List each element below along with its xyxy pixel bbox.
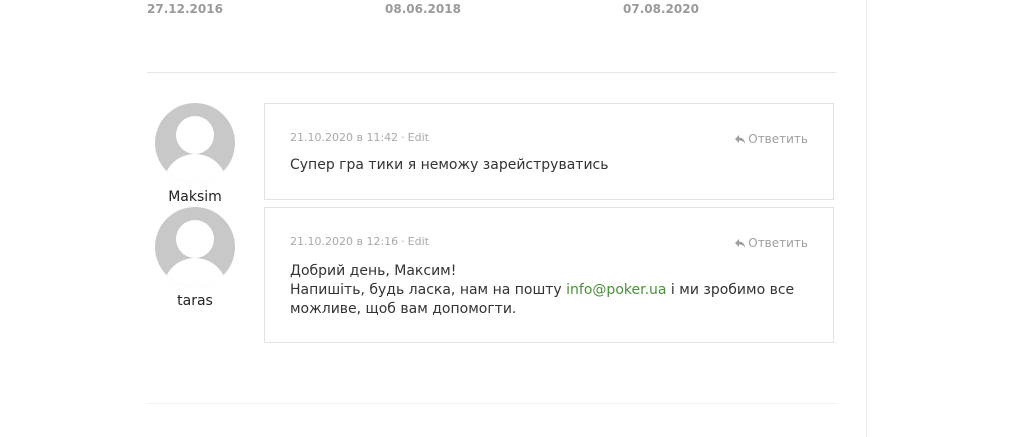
comment-author-name: Maksim	[168, 189, 222, 205]
reply-arrow-icon	[734, 238, 746, 252]
comment-line-text: Напишіть, будь ласка, нам на пошту	[290, 282, 567, 298]
comment-line-text: і ми зробимо все	[666, 282, 795, 298]
related-date: 08.06.2018	[385, 2, 461, 16]
sidebar-divider	[866, 0, 867, 437]
related-dates-row: 27.12.2016 08.06.2018 07.08.2020	[147, 2, 837, 18]
edit-link[interactable]: Edit	[408, 235, 429, 248]
email-link[interactable]: info@poker.ua	[566, 282, 666, 298]
reply-label: Ответить	[748, 132, 808, 146]
reply-button[interactable]: Ответить	[734, 132, 808, 148]
comment-avatar	[155, 207, 235, 287]
comment-text: Добрий день, Максим! Напишіть, будь ласк…	[290, 262, 810, 319]
comment-text: Супер гра тики я неможу зарейструватись	[290, 157, 609, 173]
default-user-avatar-icon	[155, 207, 235, 287]
comment-avatar	[155, 103, 235, 183]
comment-line: можливе, щоб вам допомогти.	[290, 301, 517, 317]
related-date: 07.08.2020	[623, 2, 699, 16]
edit-link[interactable]: Edit	[408, 131, 429, 144]
section-divider	[147, 403, 836, 404]
reply-button[interactable]: Ответить	[734, 236, 808, 252]
comment-author-name: taras	[177, 293, 213, 309]
reply-label: Ответить	[748, 236, 808, 250]
reply-arrow-icon	[734, 134, 746, 148]
comment-line: Напишіть, будь ласка, нам на пошту info@…	[290, 281, 810, 300]
default-user-avatar-icon	[155, 103, 235, 183]
section-divider	[147, 72, 836, 73]
comment-meta: 21.10.2020 в 12:16 · Edit	[290, 235, 429, 248]
comment-body: 21.10.2020 в 11:42 · Edit Ответить Супер г…	[264, 103, 834, 200]
comment-line: Добрий день, Максим!	[290, 263, 457, 279]
comment-meta: 21.10.2020 в 11:42 · Edit	[290, 131, 429, 144]
related-date: 27.12.2016	[147, 2, 223, 16]
comments-page: 27.12.2016 08.06.2018 07.08.2020 Maksim …	[0, 0, 1032, 437]
comment-body: 21.10.2020 в 12:16 · Edit Ответить Добрий …	[264, 207, 834, 343]
comment-date[interactable]: 21.10.2020 в 11:42	[290, 131, 398, 144]
comment-date[interactable]: 21.10.2020 в 12:16	[290, 235, 398, 248]
